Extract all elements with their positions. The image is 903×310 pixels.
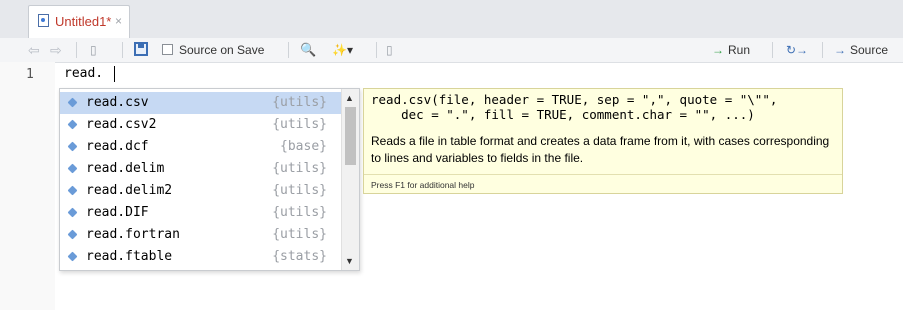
save-icon[interactable] bbox=[134, 42, 148, 56]
close-tab-icon[interactable]: × bbox=[115, 14, 122, 28]
r-script-icon bbox=[38, 14, 49, 27]
completion-name: read.csv2 bbox=[86, 117, 157, 132]
completion-name: read.DIF bbox=[86, 205, 149, 220]
completion-name: read.ftable bbox=[86, 249, 173, 264]
completion-item[interactable]: read.ftable {stats} bbox=[60, 246, 341, 268]
toolbar-divider bbox=[822, 42, 823, 58]
function-icon bbox=[67, 141, 78, 152]
function-icon bbox=[67, 185, 78, 196]
completion-package: {utils} bbox=[272, 95, 327, 110]
toolbar-divider bbox=[76, 42, 77, 58]
completion-scrollbar[interactable]: ▲ ▼ bbox=[341, 89, 359, 270]
toolbar-divider bbox=[772, 42, 773, 58]
tab-title: Untitled1* bbox=[55, 14, 112, 29]
help-divider bbox=[364, 174, 842, 175]
source-button[interactable]: Source bbox=[850, 41, 888, 59]
completion-item[interactable]: read.dcf {base} bbox=[60, 136, 341, 158]
run-button[interactable]: Run bbox=[728, 41, 750, 59]
forward-arrow-icon[interactable]: ⇨ bbox=[50, 41, 62, 59]
function-icon bbox=[67, 229, 78, 240]
completion-package: {stats} bbox=[272, 249, 327, 264]
toolbar-divider bbox=[122, 42, 123, 58]
scroll-down-icon[interactable]: ▼ bbox=[345, 256, 354, 266]
completion-package: {utils} bbox=[272, 117, 327, 132]
completion-package: {utils} bbox=[272, 161, 327, 176]
completion-name: read.dcf bbox=[86, 139, 149, 154]
code-tools-wand-icon[interactable]: ✨▾ bbox=[332, 41, 353, 59]
completion-package: {base} bbox=[280, 139, 327, 154]
source-on-save-checkbox[interactable] bbox=[162, 44, 173, 55]
completion-item[interactable]: read.fortran {utils} bbox=[60, 224, 341, 246]
source-on-save-label[interactable]: Source on Save bbox=[179, 41, 264, 59]
function-icon bbox=[67, 251, 78, 262]
completion-name: read.csv bbox=[86, 95, 149, 110]
function-icon bbox=[67, 97, 78, 108]
completion-name: read.delim bbox=[86, 161, 165, 176]
source-arrow-icon[interactable]: → bbox=[834, 41, 846, 59]
toolbar-divider bbox=[376, 42, 377, 58]
editor-toolbar: ⇦ ⇨ ▯ Source on Save 🔍 ✨▾ ▯ → Run ↻→ → S… bbox=[0, 38, 903, 63]
function-icon bbox=[67, 207, 78, 218]
completion-package: {utils} bbox=[272, 183, 327, 198]
scrollbar-thumb[interactable] bbox=[345, 107, 356, 165]
function-icon bbox=[67, 163, 78, 174]
function-signature: read.csv(file, header = TRUE, sep = ",",… bbox=[371, 92, 778, 122]
scroll-up-icon[interactable]: ▲ bbox=[345, 93, 354, 103]
line-number: 1 bbox=[26, 67, 34, 82]
function-help-tooltip: read.csv(file, header = TRUE, sep = ",",… bbox=[363, 88, 843, 194]
completion-item[interactable]: read.delim {utils} bbox=[60, 158, 341, 180]
editor-tab-bar: Untitled1* × bbox=[0, 0, 903, 39]
completion-item[interactable]: read.csv {utils} bbox=[60, 92, 341, 114]
back-arrow-icon[interactable]: ⇦ bbox=[28, 41, 40, 59]
completion-item[interactable]: read.delim2 {utils} bbox=[60, 180, 341, 202]
function-description: Reads a file in table format and creates… bbox=[371, 134, 830, 165]
completion-item[interactable]: read.DIF {utils} bbox=[60, 202, 341, 224]
show-in-window-icon[interactable]: ▯ bbox=[90, 41, 97, 59]
completion-package: {utils} bbox=[272, 227, 327, 242]
toolbar-divider bbox=[288, 42, 289, 58]
compile-report-icon[interactable]: ▯ bbox=[386, 41, 393, 59]
completion-name: read.delim2 bbox=[86, 183, 173, 198]
run-arrow-icon[interactable]: → bbox=[712, 41, 724, 59]
rerun-icon[interactable]: ↻→ bbox=[786, 41, 808, 59]
completion-item[interactable]: read.csv2 {utils} bbox=[60, 114, 341, 136]
autocomplete-popup[interactable]: read.csv {utils} read.csv2 {utils} read.… bbox=[59, 88, 360, 271]
tab-untitled1[interactable]: Untitled1* × bbox=[28, 5, 130, 38]
search-icon[interactable]: 🔍 bbox=[300, 41, 316, 59]
text-cursor bbox=[114, 66, 115, 82]
help-footer: Press F1 for additional help bbox=[371, 180, 475, 190]
completion-package: {utils} bbox=[272, 205, 327, 220]
function-icon bbox=[67, 119, 78, 130]
code-line[interactable]: read. bbox=[64, 66, 103, 81]
line-number-gutter bbox=[0, 62, 55, 310]
completion-name: read.fortran bbox=[86, 227, 180, 242]
